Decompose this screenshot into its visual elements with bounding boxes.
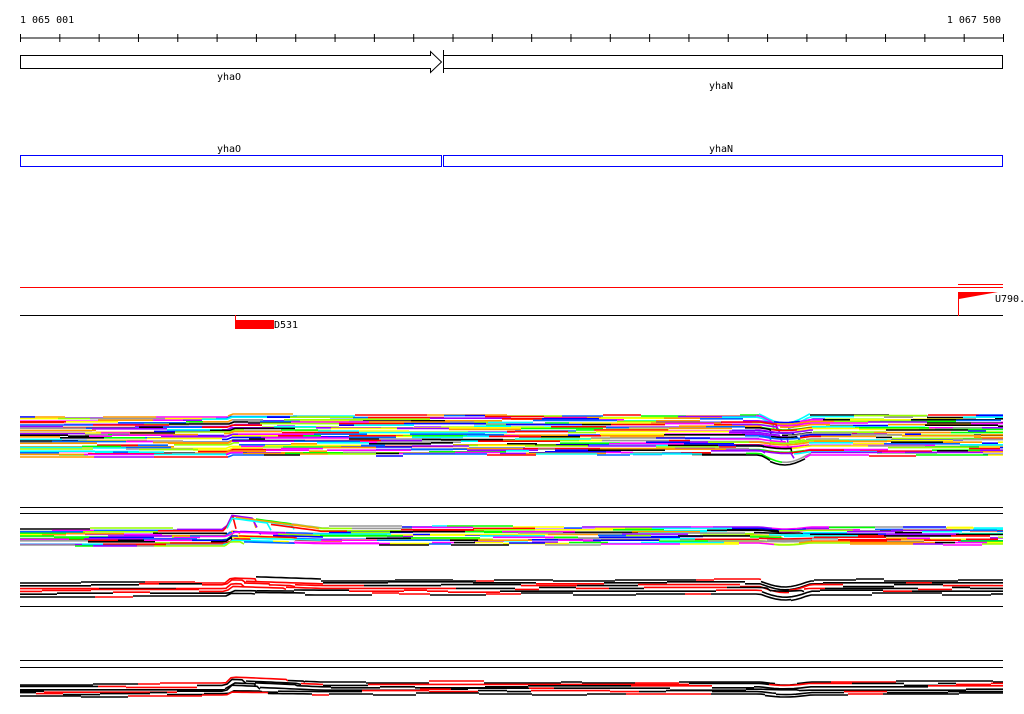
genome-browser-canvas: 1 065 001 1 067 500 yhaO yhaN yhaO yhaN … xyxy=(20,15,1024,698)
track-segment xyxy=(235,516,320,530)
track-segment xyxy=(203,419,233,423)
track-segment xyxy=(805,438,839,441)
upstream-label: U790. xyxy=(995,294,1024,305)
track-segment xyxy=(766,539,813,542)
track-segment xyxy=(269,584,296,588)
track-segment xyxy=(300,682,323,686)
annotation-box[interactable] xyxy=(20,155,442,167)
track-segment xyxy=(758,537,815,540)
track-segment xyxy=(803,587,825,590)
track-segment xyxy=(712,690,777,695)
track-segment xyxy=(805,527,829,530)
track-segment xyxy=(294,583,364,587)
expression-tracks xyxy=(20,413,1003,698)
track-segment xyxy=(790,594,872,602)
track-segment xyxy=(285,586,326,590)
track-segment xyxy=(689,682,770,686)
track-segment xyxy=(304,680,326,683)
coordinate-ruler xyxy=(20,34,1004,42)
track-segment xyxy=(229,589,258,594)
track-segment xyxy=(781,452,812,464)
track-segment xyxy=(259,686,331,692)
track-segment xyxy=(801,691,844,695)
track-segment xyxy=(224,430,282,435)
gene-yhaO[interactable]: yhaO xyxy=(20,50,443,84)
track-segment xyxy=(800,685,840,689)
annotation-yhaO[interactable]: yhaO xyxy=(20,144,442,167)
track-segment xyxy=(784,535,858,538)
gene-box-reverse[interactable] xyxy=(443,55,1003,69)
track-segment xyxy=(770,589,805,593)
track-segment xyxy=(287,679,306,683)
gene-arrow-forward[interactable] xyxy=(20,50,443,74)
track-segment xyxy=(779,529,853,532)
track-segment xyxy=(255,576,322,580)
track-segment xyxy=(716,589,763,592)
downstream-feature[interactable]: D531 xyxy=(235,315,298,331)
downstream-bar[interactable] xyxy=(235,320,274,329)
track-segment xyxy=(243,582,271,586)
track-segment xyxy=(804,454,869,459)
track-segment xyxy=(227,413,293,417)
annotation-label: yhaO xyxy=(217,144,241,155)
upstream-feature[interactable]: U790. xyxy=(958,292,1024,316)
gene-label: yhaN xyxy=(709,81,733,92)
annotation-yhaN[interactable]: yhaN xyxy=(443,144,1003,167)
track-segment xyxy=(764,694,848,698)
track-segment xyxy=(702,454,771,462)
annotation-label: yhaN xyxy=(709,144,733,155)
downstream-label: D531 xyxy=(274,320,298,331)
track-segment xyxy=(171,445,241,450)
gene-label: yhaO xyxy=(217,72,241,83)
track-segment xyxy=(746,688,800,692)
track-segment xyxy=(293,541,379,544)
ruler-start-label: 1 065 001 xyxy=(20,15,74,26)
track-segment xyxy=(791,445,868,450)
feature-track: U790. D531 xyxy=(20,284,1024,331)
track-1-lines xyxy=(20,413,1003,466)
track-segment xyxy=(177,514,258,531)
track-segment xyxy=(754,531,804,535)
track-segment xyxy=(714,578,762,581)
track-segment xyxy=(768,533,811,536)
upstream-flag[interactable] xyxy=(959,292,998,299)
track-segment xyxy=(227,454,264,458)
annotation-box[interactable] xyxy=(443,155,1003,167)
track-segment xyxy=(267,692,313,695)
track-segment xyxy=(711,693,766,696)
track-segment xyxy=(775,692,803,696)
track-4-lines xyxy=(20,676,1003,698)
ruler-end-label: 1 067 500 xyxy=(947,15,1001,26)
track-3-lines xyxy=(20,576,1003,602)
track-2-lines xyxy=(20,514,1003,547)
gene-yhaN[interactable]: yhaN xyxy=(443,50,1003,92)
track-segment xyxy=(739,542,775,546)
